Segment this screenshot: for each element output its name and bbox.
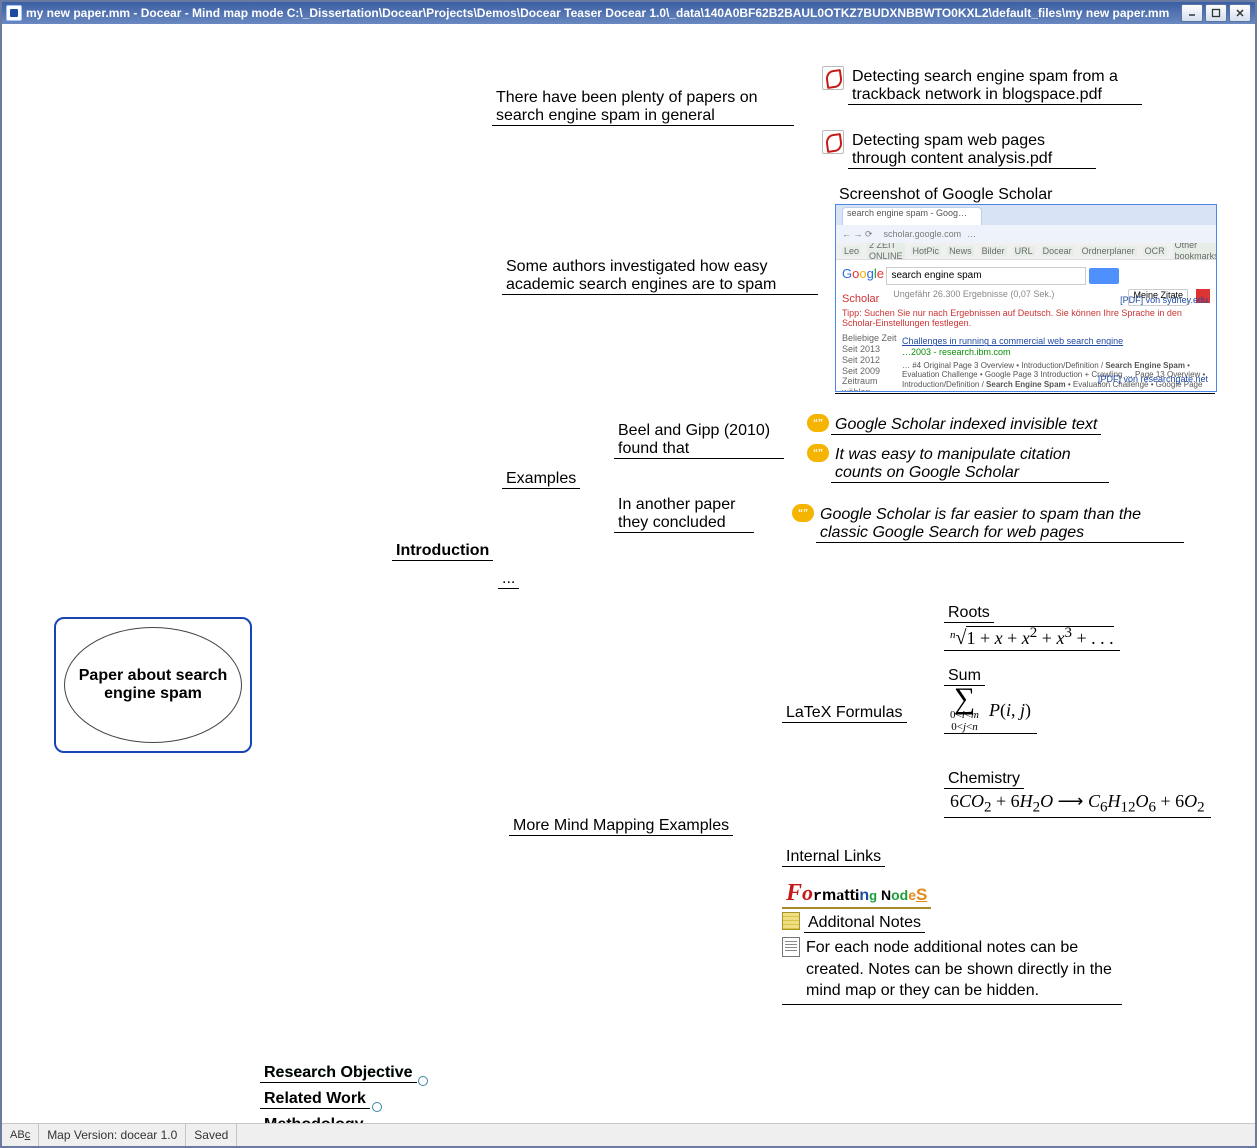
sc-bookmarks: Leo2 ZEIT ONLINEHotPicNewsBilderURLDocea…	[836, 243, 1216, 260]
pdf-node-1[interactable]: Detecting search engine spam from a trac…	[822, 66, 1142, 105]
pdf-node-1-label: Detecting search engine spam from a trac…	[848, 66, 1142, 105]
quote-icon	[792, 504, 814, 522]
document-icon	[6, 5, 22, 21]
additional-notes-label: Additonal Notes	[804, 912, 925, 933]
pdf-icon	[822, 66, 844, 90]
expand-toggle-icon[interactable]	[372, 1102, 382, 1112]
latex-node[interactable]: LaTeX Formulas	[782, 702, 907, 723]
quote-icon	[807, 444, 829, 462]
status-saved: Saved	[186, 1124, 237, 1146]
plenty-node[interactable]: There have been plenty of papers on sear…	[492, 87, 794, 126]
sc-url-bar: ← → ⟳ scholar.google.com…	[836, 225, 1216, 243]
internal-links-node[interactable]: Internal Links	[782, 846, 885, 867]
window-title: my new paper.mm - Docear - Mind map mode…	[26, 6, 1181, 20]
pdf-node-2[interactable]: Detecting spam web pages through content…	[822, 130, 1096, 169]
sc-scholar-label: Scholar	[842, 293, 879, 306]
sc-search-input	[886, 267, 1086, 285]
sc-search-button	[1089, 268, 1119, 284]
more-examples-node[interactable]: More Mind Mapping Examples	[509, 815, 733, 836]
formatting-node[interactable]: Formatting NodeS	[782, 878, 931, 909]
notes-body: For each node additional notes can be cr…	[806, 937, 1126, 1002]
titlebar[interactable]: my new paper.mm - Docear - Mind map mode…	[2, 2, 1255, 24]
scholar-caption[interactable]: Screenshot of Google Scholar	[835, 184, 1217, 204]
expand-toggle-icon[interactable]	[418, 1076, 428, 1086]
google-scholar-screenshot: search engine spam - Goog… ← → ⟳ scholar…	[835, 204, 1217, 392]
sc-left-filters: Beliebige Zeit Seit 2013 Seit 2012 Seit …	[842, 333, 898, 392]
close-button[interactable]	[1229, 4, 1251, 22]
maximize-button[interactable]	[1205, 4, 1227, 22]
sc-result: Challenges in running a commercial web s…	[902, 336, 1123, 346]
authors-easy-node[interactable]: Some authors investigated how easy acade…	[502, 256, 818, 295]
intro-node[interactable]: Introduction	[392, 540, 493, 561]
quote-spam[interactable]: Google Scholar is far easier to spam tha…	[792, 504, 1184, 543]
app-window: my new paper.mm - Docear - Mind map mode…	[0, 0, 1257, 1148]
quote-invisible-label: Google Scholar indexed invisible text	[831, 414, 1101, 435]
beel-node[interactable]: Beel and Gipp (2010) found that	[614, 420, 784, 459]
quote-invisible[interactable]: Google Scholar indexed invisible text	[807, 414, 1101, 435]
sc-logo: Google	[842, 266, 884, 281]
pdf-node-2-label: Detecting spam web pages through content…	[848, 130, 1096, 169]
sc-result-count: Ungefähr 26.300 Ergebnisse (0,07 Sek.)	[893, 289, 1054, 306]
roots-node[interactable]: Roots	[944, 604, 994, 623]
window-controls	[1181, 4, 1251, 22]
note-doc-icon	[782, 937, 800, 957]
quote-spam-label: Google Scholar is far easier to spam tha…	[816, 504, 1184, 543]
quote-icon	[807, 414, 829, 432]
status-abc[interactable]: ABc	[2, 1124, 39, 1146]
related-work-node[interactable]: Related Work	[260, 1088, 370, 1109]
status-version: Map Version: docear 1.0	[39, 1124, 186, 1146]
sum-formula[interactable]: ∑ 0<i<m 0<j<n P(i, j)	[944, 686, 1037, 734]
research-objective-node[interactable]: Research Objective	[260, 1062, 417, 1083]
chem-node[interactable]: Chemistry	[944, 770, 1024, 789]
sc-tab: search engine spam - Goog…	[842, 207, 982, 225]
notes-icon	[782, 912, 800, 930]
another-paper-node[interactable]: In another paper they concluded	[614, 494, 754, 533]
statusbar: ABc Map Version: docear 1.0 Saved	[2, 1123, 1255, 1146]
examples-node[interactable]: Examples	[502, 468, 580, 489]
root-node[interactable]: Paper about search engine spam	[54, 617, 252, 753]
sc-source: [PDF] von researchgate.net	[1098, 374, 1208, 385]
roots-formula[interactable]: n√1 + x + x2 + x3 + . . .	[944, 623, 1120, 651]
minimize-button[interactable]	[1181, 4, 1203, 22]
pdf-icon	[822, 130, 844, 154]
additional-notes-node[interactable]: Additonal Notes	[782, 912, 1126, 933]
quote-citation-label: It was easy to manipulate citation count…	[831, 444, 1109, 483]
ellipsis-node[interactable]: ...	[498, 568, 519, 589]
root-node-label: Paper about search engine spam	[64, 627, 242, 743]
edge-layer	[12, 32, 312, 182]
quote-citation[interactable]: It was easy to manipulate citation count…	[807, 444, 1109, 483]
sc-tip: Tipp: Suchen Sie nur nach Ergebnissen au…	[842, 308, 1210, 330]
mindmap-canvas[interactable]: Paper about search engine spam Introduct…	[12, 32, 1245, 1120]
sc-source: [PDF] von sydney.edu	[1120, 295, 1208, 306]
chem-formula[interactable]: 6CO2 + 6H2O ⟶ C6H12O6 + 6O2	[944, 789, 1211, 818]
sc-url-text: scholar.google.com	[884, 229, 962, 240]
